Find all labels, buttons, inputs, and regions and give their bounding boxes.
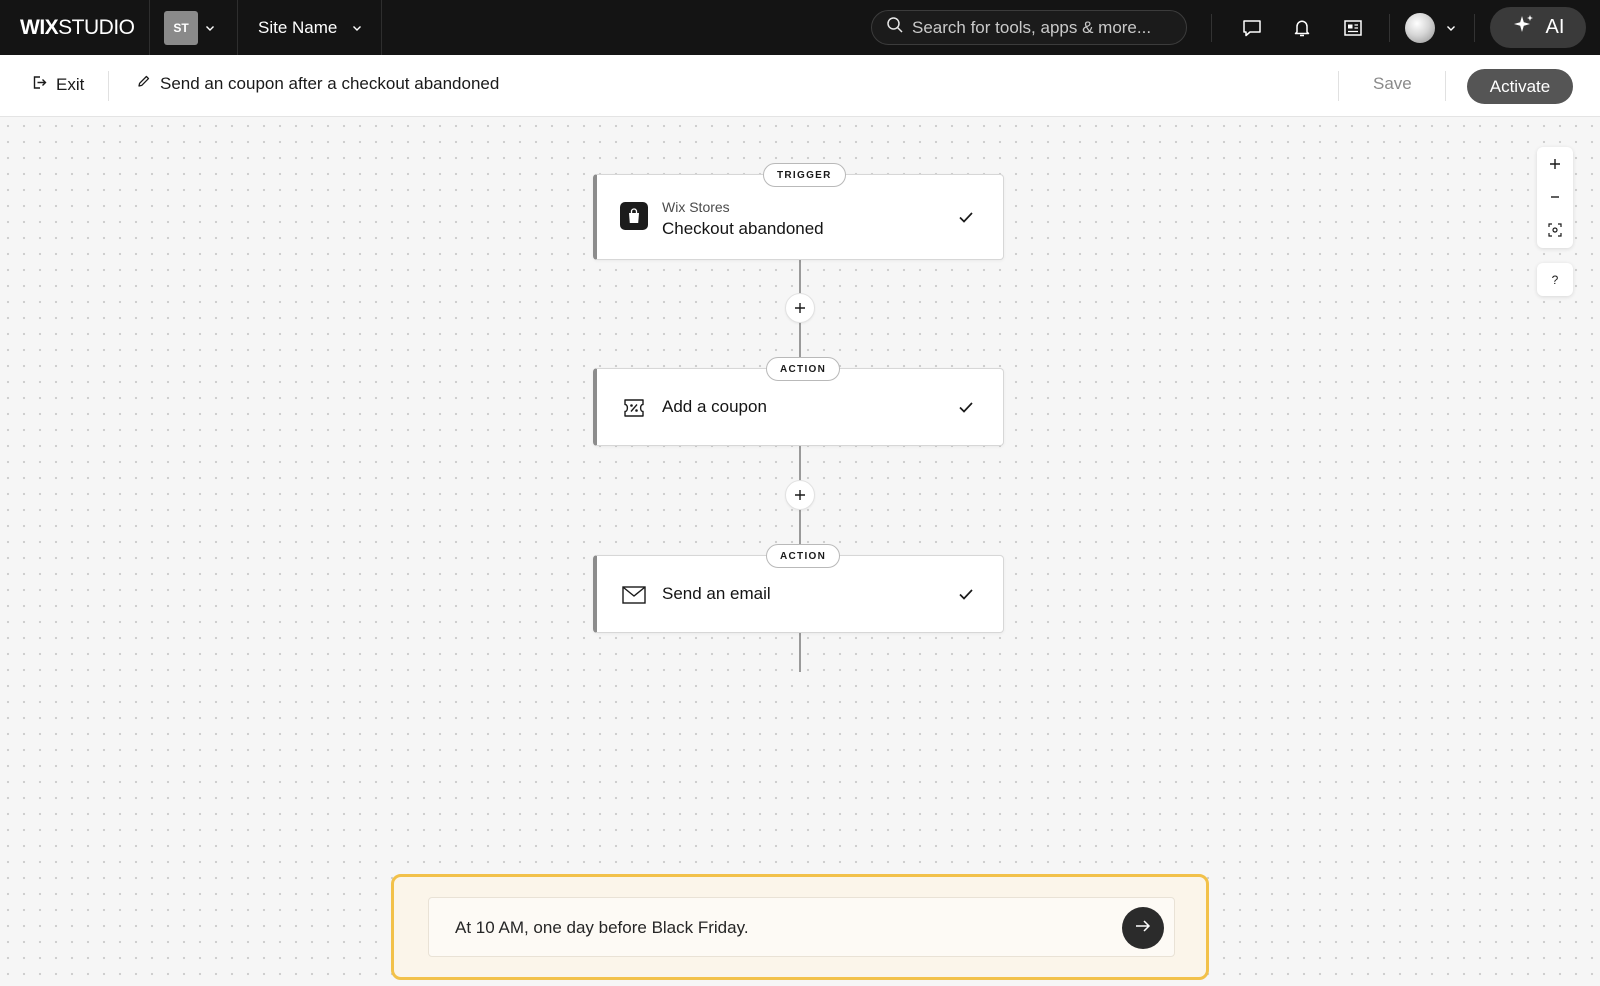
trigger-node[interactable]: TRIGGER Wix Stores Checkout abandoned (593, 163, 1004, 260)
divider (1211, 14, 1212, 42)
site-name-label: Site Name (258, 17, 338, 37)
check-icon (955, 583, 977, 605)
exit-label: Exit (56, 75, 85, 94)
ai-button[interactable]: AI (1490, 7, 1586, 48)
zoom-in-button[interactable] (1537, 147, 1573, 180)
shopping-bag-icon (620, 202, 648, 230)
top-bar: WIX STUDIO ST Site Name Search for tools,… (0, 0, 1600, 55)
chevron-down-icon (351, 22, 363, 34)
action-label: Send an email (662, 584, 771, 603)
send-button[interactable] (1122, 907, 1164, 949)
editor-toolbar: Exit Send an coupon after a checkout aba… (0, 55, 1600, 117)
chat-icon[interactable] (1238, 14, 1266, 42)
flow-canvas[interactable]: TRIGGER Wix Stores Checkout abandoned AC… (0, 118, 1600, 986)
global-search-input[interactable]: Search for tools, apps & more... (871, 10, 1187, 45)
ai-prompt-panel: At 10 AM, one day before Black Friday. (391, 874, 1209, 980)
site-switcher[interactable]: ST (150, 0, 238, 55)
automation-title[interactable]: Send an coupon after a checkout abandone… (136, 74, 499, 94)
check-icon (955, 206, 977, 228)
account-menu[interactable] (1405, 12, 1457, 44)
ai-prompt-input[interactable]: At 10 AM, one day before Black Friday. (428, 897, 1175, 957)
search-icon (886, 16, 904, 39)
divider (1389, 14, 1390, 42)
zoom-controls (1537, 147, 1573, 248)
arrow-right-icon (1134, 917, 1152, 940)
node-type-tag: ACTION (766, 357, 841, 381)
check-icon (955, 396, 977, 418)
connector-line (799, 632, 801, 672)
coupon-icon (620, 394, 648, 422)
ai-prompt-text: At 10 AM, one day before Black Friday. (455, 918, 749, 937)
ai-label: AI (1545, 16, 1565, 38)
chevron-down-icon (1445, 22, 1457, 34)
divider (1445, 71, 1446, 101)
logo-wix: WIX (20, 15, 59, 39)
add-step-button[interactable] (785, 293, 815, 323)
zoom-out-button[interactable] (1537, 180, 1573, 213)
activate-button[interactable]: Activate (1467, 69, 1573, 104)
trigger-app-label: Wix Stores (662, 199, 730, 215)
site-badge: ST (164, 10, 198, 45)
automation-title-label: Send an coupon after a checkout abandone… (160, 74, 500, 93)
divider (1338, 71, 1339, 101)
divider (1474, 14, 1475, 42)
avatar (1405, 13, 1435, 43)
logo-studio: STUDIO (58, 15, 135, 39)
node-type-tag: ACTION (766, 544, 841, 568)
exit-icon (31, 74, 48, 96)
fit-to-screen-icon[interactable] (1537, 213, 1573, 246)
save-button[interactable]: Save (1373, 74, 1412, 94)
chevron-down-icon (204, 22, 216, 34)
exit-button[interactable]: Exit (31, 74, 84, 96)
wix-studio-logo[interactable]: WIX STUDIO (0, 0, 150, 55)
site-name-dropdown[interactable]: Site Name (238, 0, 383, 55)
divider (108, 71, 109, 101)
sparkle-icon (1512, 13, 1536, 43)
action-node-add-coupon[interactable]: ACTION Add a coupon (593, 357, 1004, 446)
search-placeholder: Search for tools, apps & more... (912, 17, 1152, 37)
pencil-icon (136, 74, 151, 94)
trigger-label: Checkout abandoned (662, 219, 824, 238)
action-node-send-email[interactable]: ACTION Send an email (593, 544, 1004, 633)
news-icon[interactable] (1339, 14, 1367, 42)
envelope-icon (620, 581, 648, 609)
action-label: Add a coupon (662, 397, 767, 416)
help-button[interactable]: ? (1537, 263, 1573, 296)
bell-icon[interactable] (1288, 14, 1316, 42)
add-step-button[interactable] (785, 480, 815, 510)
node-type-tag: TRIGGER (763, 163, 846, 187)
